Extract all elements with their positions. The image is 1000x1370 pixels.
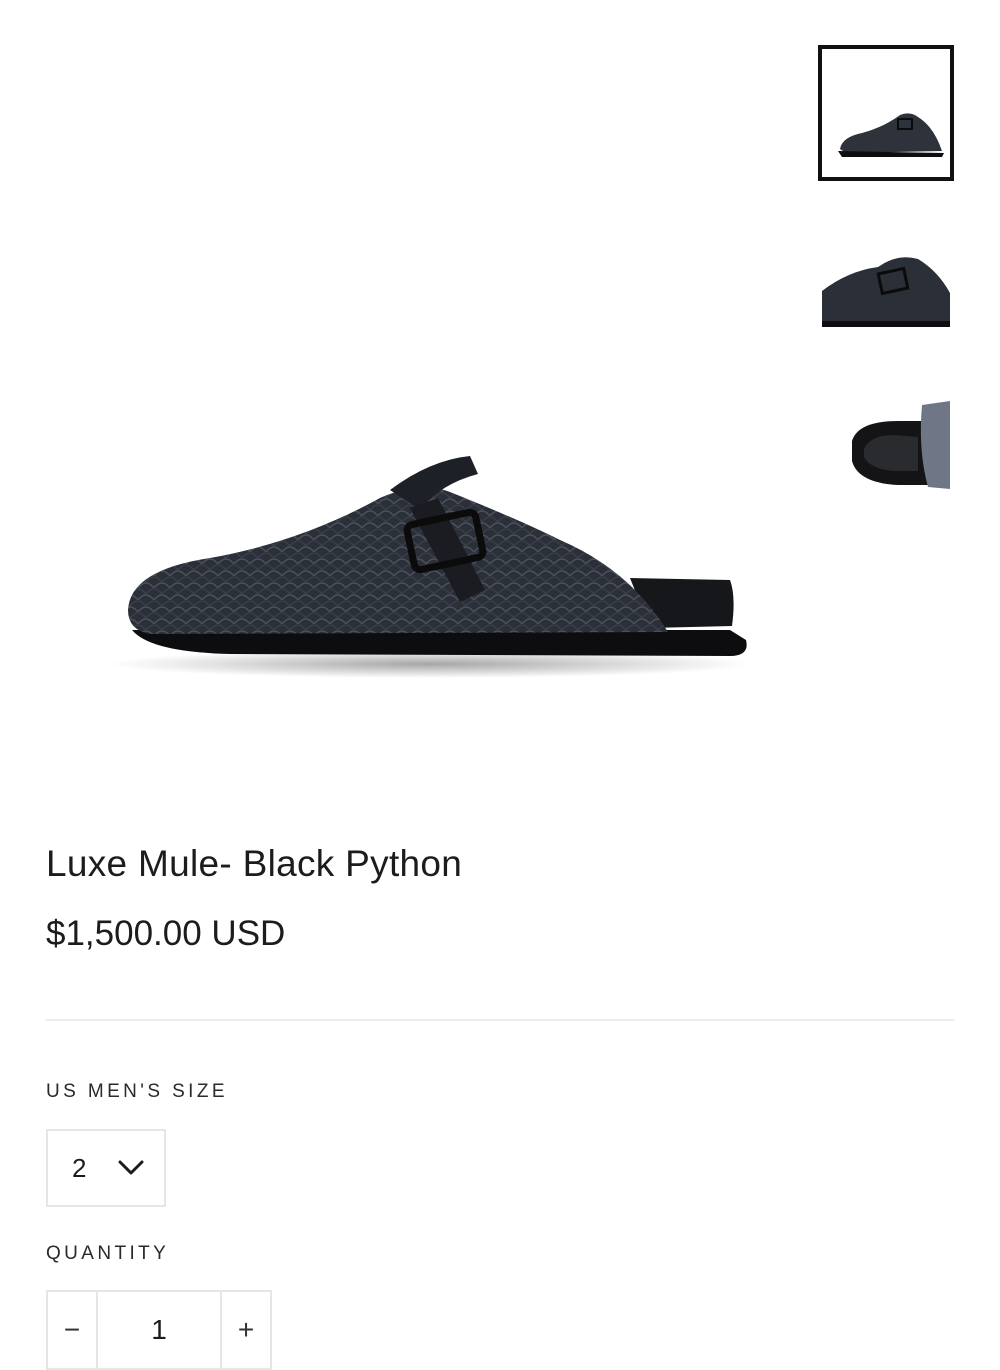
product-price: $1,500.00 USD [46, 914, 286, 953]
product-title: Luxe Mule- Black Python [46, 843, 463, 884]
size-label: US MEN'S SIZE [46, 1081, 228, 1102]
thumbnail-image [852, 401, 950, 489]
divider [46, 1019, 954, 1021]
size-select[interactable]: 2 [46, 1129, 166, 1207]
chevron-down-icon [118, 1160, 144, 1175]
product-main-image[interactable] [90, 420, 770, 700]
thumbnail-image [822, 257, 950, 327]
quantity-decrement-button[interactable]: − [48, 1292, 98, 1368]
thumbnail-image [838, 113, 944, 157]
quantity-stepper: − 1 + [46, 1290, 272, 1370]
thumbnail-closeup[interactable] [818, 231, 954, 367]
quantity-label: QUANTITY [46, 1243, 170, 1264]
quantity-input[interactable]: 1 [98, 1292, 220, 1368]
size-selected-value: 2 [72, 1153, 87, 1183]
thumbnail-side-view[interactable] [818, 45, 954, 181]
quantity-increment-button[interactable]: + [220, 1292, 270, 1368]
mule-shoe-illustration [110, 456, 750, 678]
thumbnail-footbed[interactable] [818, 391, 954, 527]
